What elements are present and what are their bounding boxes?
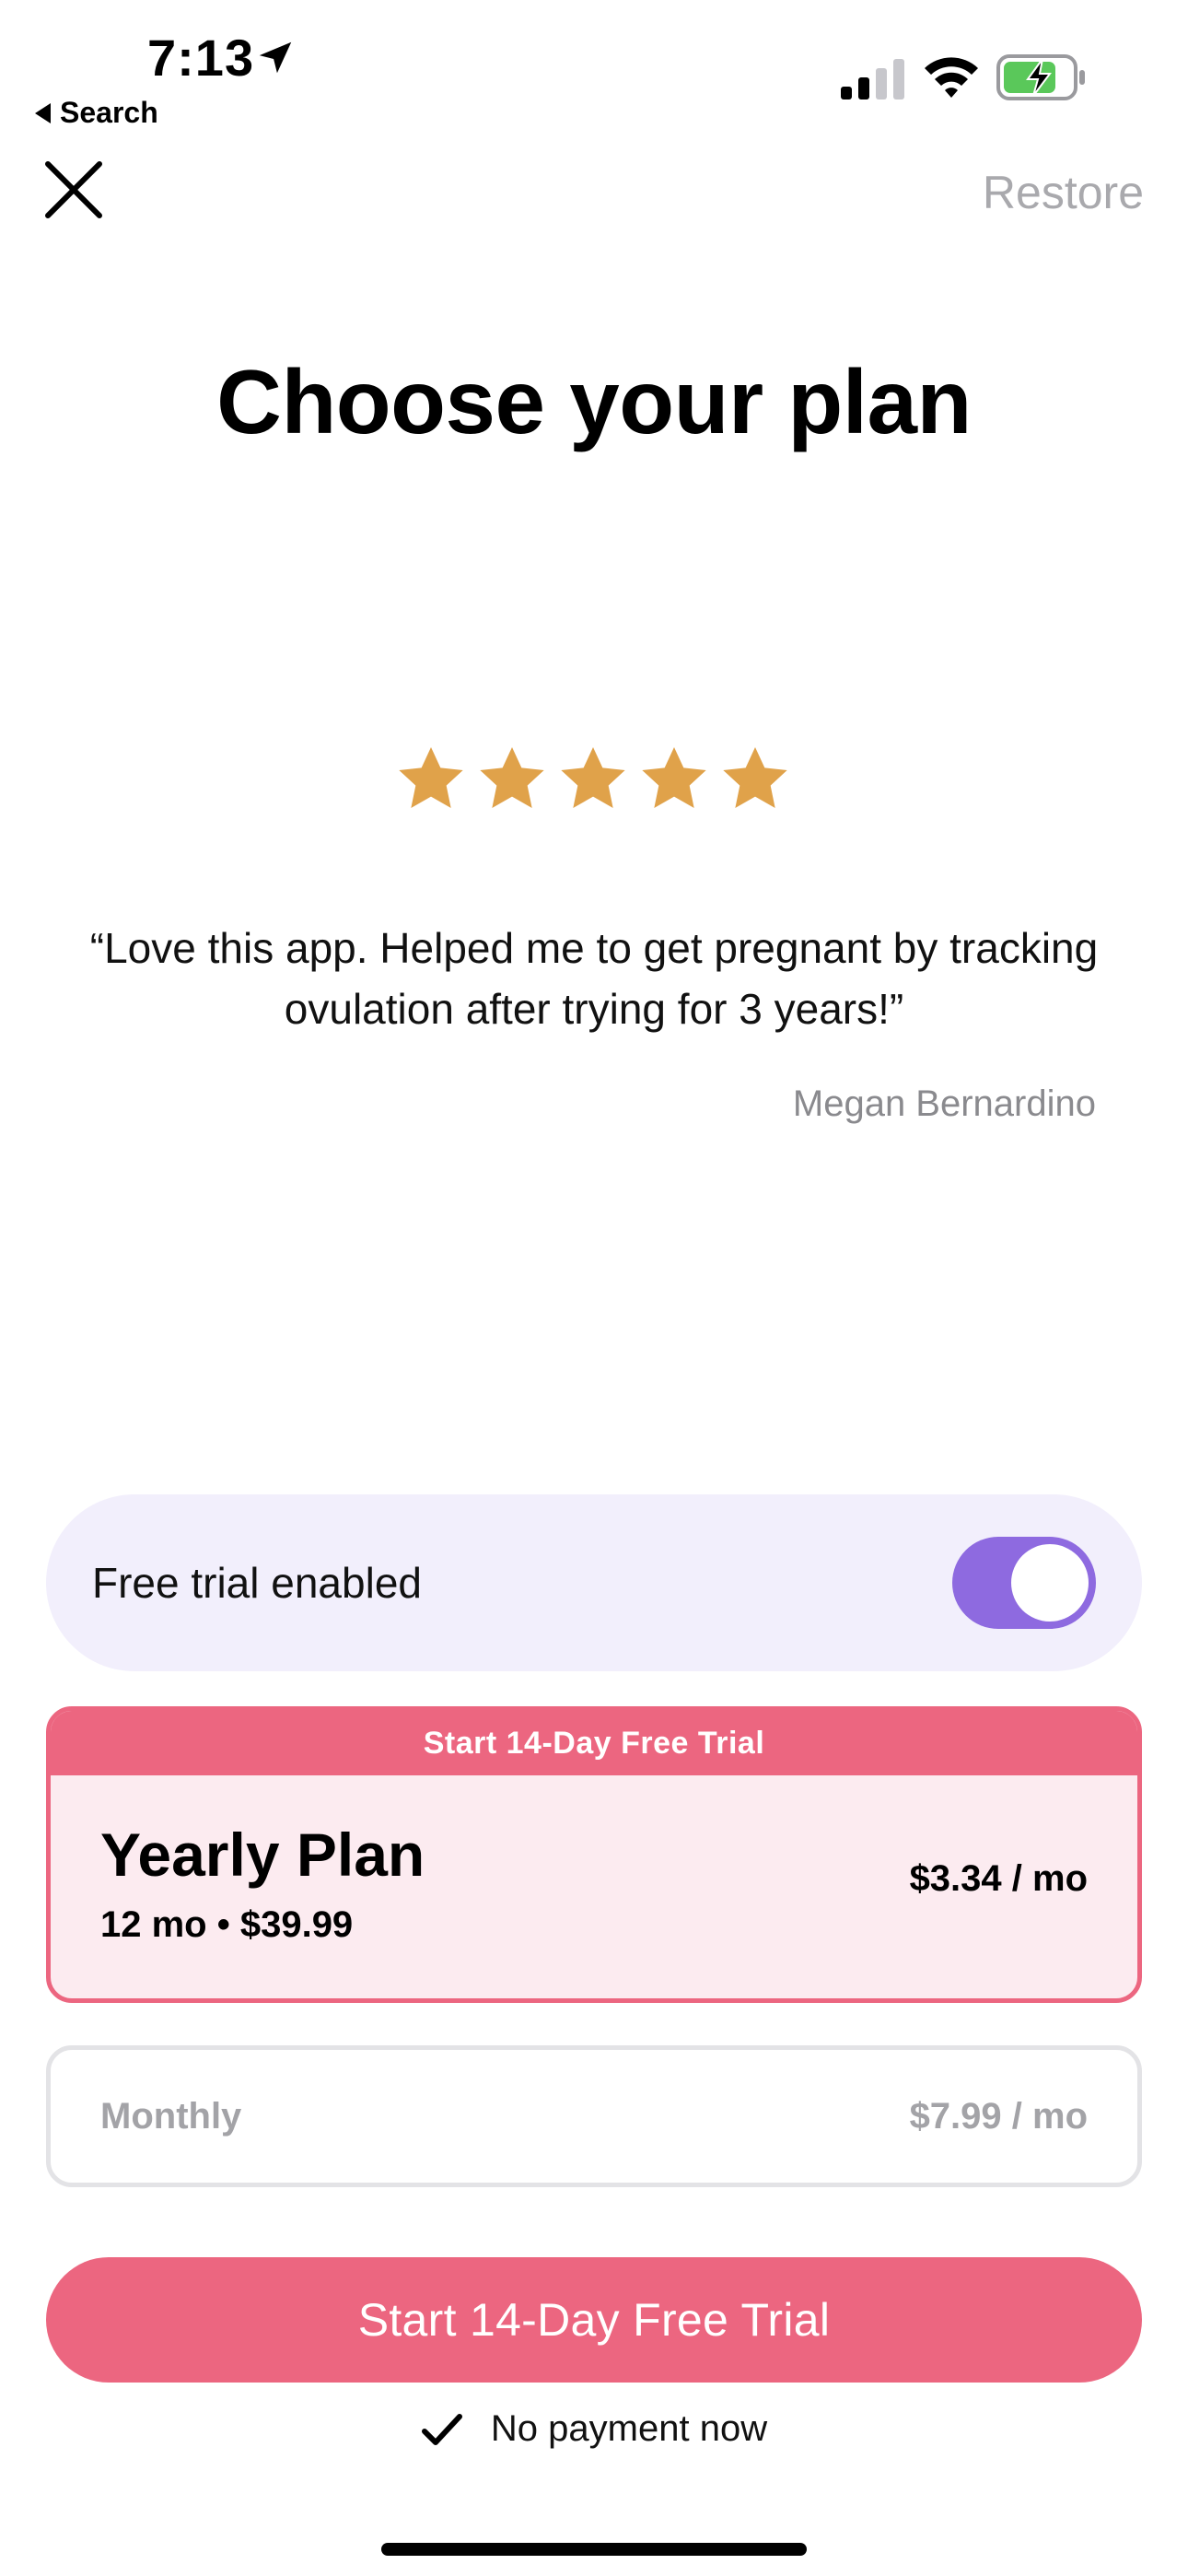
yearly-plan-name: Yearly Plan [100, 1821, 425, 1889]
monthly-plan-price: $7.99 / mo [909, 2095, 1088, 2137]
free-trial-label: Free trial enabled [92, 1559, 422, 1607]
status-time: 7:13 [147, 29, 255, 87]
toggle-knob [1011, 1544, 1089, 1622]
yearly-plan-price: $3.34 / mo [909, 1858, 1088, 1899]
back-triangle-icon [35, 102, 51, 123]
yearly-plan-banner: Start 14-Day Free Trial [51, 1711, 1137, 1775]
rating-stars [394, 743, 792, 816]
back-to-search-link[interactable]: Search [35, 96, 158, 130]
yearly-plan-subtitle: 12 mo • $39.99 [100, 1904, 354, 1945]
star-icon [561, 747, 625, 808]
status-bar: 7:13 Search [0, 0, 1188, 138]
free-trial-row: Free trial enabled [46, 1494, 1142, 1671]
star-icon [480, 747, 544, 808]
wifi-icon [925, 57, 978, 98]
page-title: Choose your plan [216, 351, 972, 452]
free-trial-toggle[interactable] [952, 1537, 1096, 1629]
restore-button[interactable]: Restore [983, 166, 1144, 219]
review-quote: “Love this app. Helped me to get pregnan… [89, 924, 1099, 1033]
close-button[interactable] [42, 158, 105, 221]
monthly-plan-option[interactable]: Monthly $7.99 / mo [46, 2045, 1142, 2187]
review-author: Megan Bernardino [792, 1083, 1096, 1124]
location-arrow-icon [259, 41, 292, 74]
star-icon [723, 747, 787, 808]
checkmark-icon [421, 2413, 462, 2445]
yearly-plan-option[interactable]: Start 14-Day Free Trial Yearly Plan 12 m… [46, 1706, 1142, 2003]
home-indicator[interactable] [381, 2543, 807, 2556]
star-icon [399, 747, 463, 808]
cellular-signal-icon [841, 59, 904, 100]
start-free-trial-button[interactable]: Start 14-Day Free Trial [46, 2257, 1142, 2383]
star-icon [642, 747, 706, 808]
no-payment-label: No payment now [490, 2408, 768, 2449]
battery-charging-icon [996, 54, 1085, 100]
no-payment-note: No payment now [0, 2408, 1188, 2450]
back-search-label: Search [60, 96, 158, 129]
monthly-plan-name: Monthly [100, 2095, 242, 2137]
